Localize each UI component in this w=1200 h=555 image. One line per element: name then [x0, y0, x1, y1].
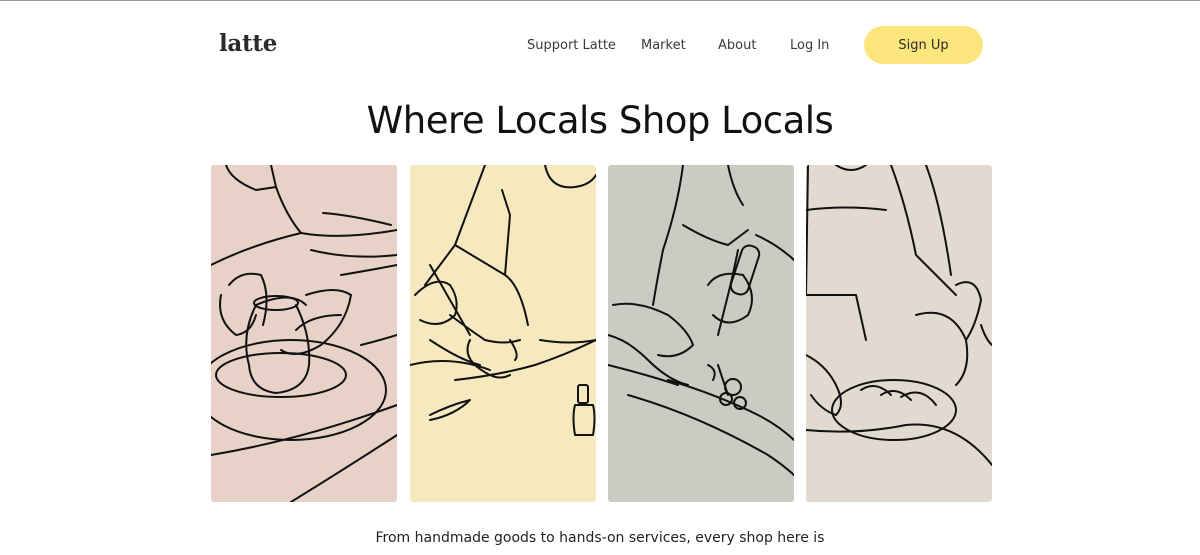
nav-about[interactable]: About — [718, 38, 756, 53]
sign-up-button[interactable]: Sign Up — [864, 26, 983, 64]
hero-subtitle: From handmade goods to hands-on services… — [375, 530, 825, 546]
nav-log-in[interactable]: Log In — [790, 38, 829, 53]
nav-market[interactable]: Market — [641, 38, 686, 53]
nail-art-illustration — [410, 165, 596, 502]
nav-support-latte[interactable]: Support Latte — [527, 38, 616, 53]
baking-illustration — [806, 165, 992, 502]
logo[interactable]: latte — [219, 30, 277, 57]
top-border — [0, 0, 1200, 1]
page-title: Where Locals Shop Locals — [366, 99, 834, 142]
tattoo-illustration — [608, 165, 794, 502]
pottery-illustration — [211, 165, 397, 502]
